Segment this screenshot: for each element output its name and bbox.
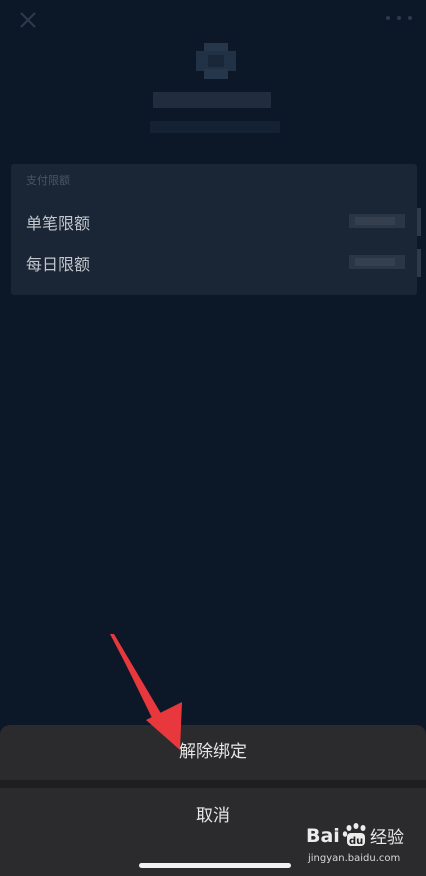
limit-label: 每日限额: [26, 255, 91, 274]
limit-value-pixelated: [349, 214, 405, 228]
card-number-pixelated: [150, 121, 280, 133]
cancel-button[interactable]: 取消: [0, 788, 426, 844]
limit-row-daily[interactable]: 每日限额: [11, 243, 421, 283]
card-header: 支付限额: [26, 174, 70, 187]
more-options-button[interactable]: [386, 8, 412, 28]
unbind-card-button[interactable]: 解除绑定: [0, 725, 426, 780]
close-button[interactable]: [16, 8, 40, 32]
bank-logo-pixelated: [196, 43, 236, 79]
action-sheet: 解除绑定 取消: [0, 725, 426, 876]
home-indicator[interactable]: [139, 863, 291, 868]
more-dots-icon: [386, 16, 390, 20]
limit-row-single[interactable]: 单笔限额: [11, 202, 421, 242]
payment-limit-card: 支付限额 单笔限额 每日限额: [11, 164, 421, 295]
close-icon: [20, 12, 36, 28]
bank-card-detail-screen: 支付限额 单笔限额 每日限额 解除绑定 取消 Bai du 经验 jingyan…: [0, 0, 426, 876]
limit-value-pixelated: [349, 255, 405, 269]
bank-name-pixelated: [153, 92, 271, 108]
limit-label: 单笔限额: [26, 214, 91, 233]
